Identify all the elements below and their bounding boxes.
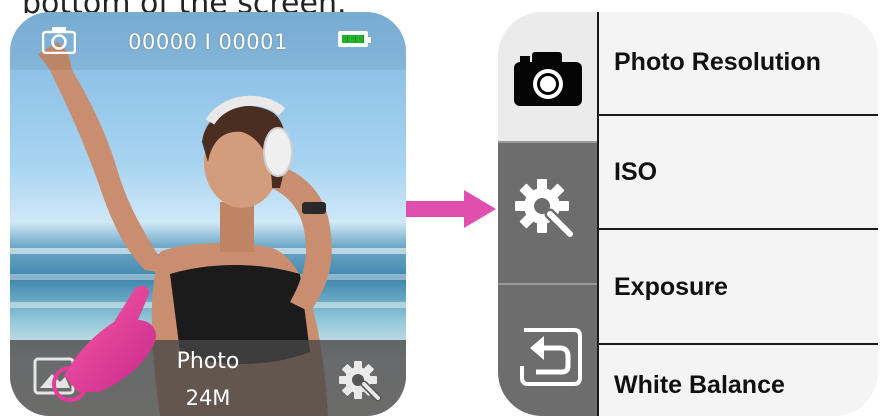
back-return-icon	[520, 328, 582, 386]
camera-preview-screen[interactable]: 00000 I 00001 Photo 24M	[10, 12, 406, 416]
battery-icon	[338, 31, 371, 47]
menu-item-exposure[interactable]: Exposure	[614, 273, 728, 302]
camera-icon	[514, 52, 582, 106]
settings-gear-icon[interactable]	[338, 358, 384, 404]
transition-arrow-icon	[406, 190, 496, 228]
settings-gear-icon	[515, 179, 576, 240]
pointing-hand-icon	[52, 285, 157, 402]
menu-item-photo-resolution[interactable]: Photo Resolution	[614, 48, 821, 77]
settings-menu-panel: Photo Resolution ISO Exposure White Bala…	[498, 12, 878, 416]
menu-item-white-balance[interactable]: White Balance	[614, 371, 785, 400]
menu-item-iso[interactable]: ISO	[614, 158, 657, 187]
